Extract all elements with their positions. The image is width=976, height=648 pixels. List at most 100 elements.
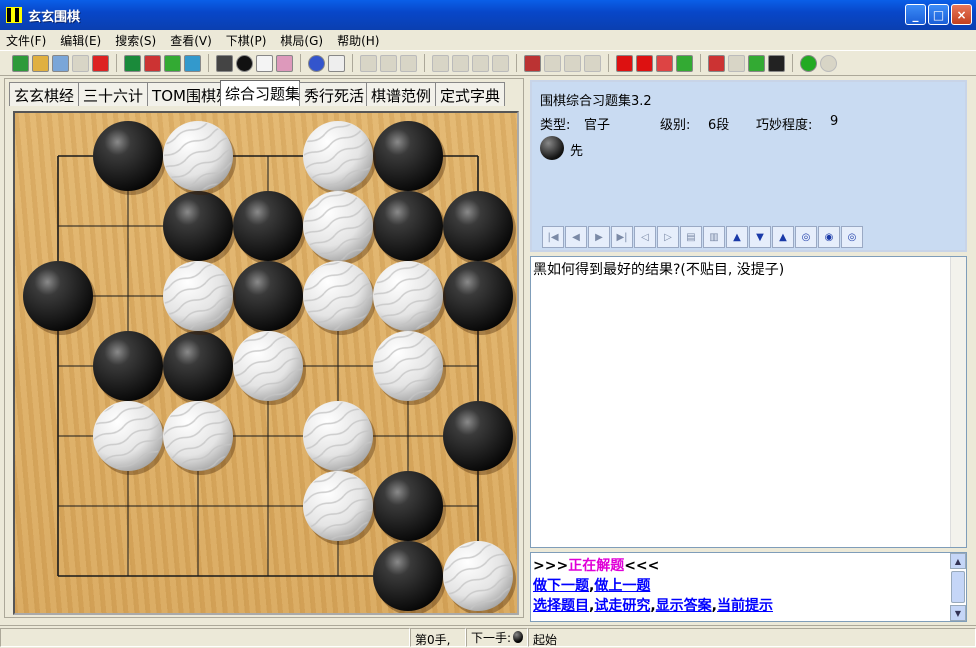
problem-icon[interactable] bbox=[524, 54, 541, 72]
white-stone[interactable] bbox=[303, 471, 376, 545]
black-stone[interactable] bbox=[93, 121, 166, 195]
down-arrow-icon[interactable] bbox=[636, 54, 653, 72]
plus-icon[interactable] bbox=[472, 54, 489, 72]
label-icon[interactable] bbox=[256, 54, 273, 72]
hand-icon[interactable] bbox=[492, 54, 509, 72]
next-variation-icon[interactable]: ▷ bbox=[657, 226, 679, 248]
scroll-thumb[interactable] bbox=[951, 571, 965, 603]
last-move-icon[interactable]: ▶| bbox=[611, 226, 633, 248]
eraser-icon[interactable] bbox=[400, 54, 417, 72]
white-stone[interactable] bbox=[163, 121, 236, 195]
tab-joseki[interactable]: 定式字典 bbox=[435, 82, 506, 106]
stop-icon[interactable] bbox=[820, 54, 837, 72]
axis-icon[interactable] bbox=[328, 54, 345, 72]
menu-edit[interactable]: 编辑(E) bbox=[60, 32, 101, 49]
yinyang-icon[interactable] bbox=[768, 54, 785, 72]
white-stone[interactable] bbox=[233, 331, 306, 405]
grid-icon[interactable] bbox=[216, 54, 233, 72]
green-board-icon[interactable] bbox=[748, 54, 765, 72]
list-icon[interactable] bbox=[656, 54, 673, 72]
save-icon[interactable] bbox=[72, 54, 89, 72]
branch-icon[interactable]: ▲ bbox=[726, 226, 748, 248]
move-number-icon[interactable] bbox=[236, 54, 253, 72]
maximize-button[interactable]: □ bbox=[928, 4, 949, 25]
black-stone[interactable] bbox=[23, 261, 96, 335]
black-stone[interactable] bbox=[163, 331, 236, 405]
flag-icon[interactable] bbox=[708, 54, 725, 72]
find-next-icon[interactable]: ◉ bbox=[818, 226, 840, 248]
black-stone[interactable] bbox=[93, 331, 166, 405]
delete-icon[interactable] bbox=[92, 54, 109, 72]
next-move-icon[interactable]: ▶ bbox=[588, 226, 610, 248]
white-stone[interactable] bbox=[163, 401, 236, 475]
black-stone[interactable] bbox=[443, 401, 516, 475]
black-stone[interactable] bbox=[443, 191, 516, 265]
white-stone[interactable] bbox=[373, 331, 446, 405]
find-prev-icon[interactable]: ◎ bbox=[841, 226, 863, 248]
open-folder-icon[interactable] bbox=[32, 54, 49, 72]
tab-problem-collection[interactable]: 综合习题集 bbox=[220, 80, 301, 106]
board-red-icon[interactable] bbox=[144, 54, 161, 72]
board-edit-icon[interactable] bbox=[164, 54, 181, 72]
hint-icon[interactable] bbox=[800, 54, 817, 72]
menu-game[interactable]: 棋局(G) bbox=[280, 32, 323, 49]
black-stone[interactable] bbox=[373, 191, 446, 265]
network-b-icon[interactable] bbox=[564, 54, 581, 72]
black-stone[interactable] bbox=[373, 541, 446, 615]
scroll-up-icon[interactable]: ▲ bbox=[950, 553, 966, 569]
comment-area[interactable]: 黑如何得到最好的结果?(不贴目, 没提子) bbox=[530, 256, 967, 548]
go-board-svg[interactable] bbox=[15, 113, 517, 615]
connect-icon[interactable] bbox=[452, 54, 469, 72]
go-board[interactable] bbox=[15, 113, 517, 615]
black-stone[interactable] bbox=[163, 191, 236, 265]
branch-up-icon[interactable]: ▲ bbox=[772, 226, 794, 248]
next-problem-link[interactable]: 做下一题 bbox=[533, 578, 589, 594]
black-stone[interactable] bbox=[233, 191, 306, 265]
white-stone[interactable] bbox=[303, 121, 376, 195]
next-comment-icon[interactable]: ▥ bbox=[703, 226, 725, 248]
black-stone[interactable] bbox=[443, 261, 516, 335]
new-game-icon[interactable] bbox=[12, 54, 29, 72]
network-c-icon[interactable] bbox=[584, 54, 601, 72]
close-button[interactable]: × bbox=[951, 4, 972, 25]
board-grid-icon[interactable] bbox=[124, 54, 141, 72]
tab-game-records[interactable]: 棋谱范例 bbox=[366, 82, 437, 106]
white-stone[interactable] bbox=[303, 191, 376, 265]
board-screen-icon[interactable] bbox=[184, 54, 201, 72]
branch-down-icon[interactable]: ▼ bbox=[749, 226, 771, 248]
black-stone[interactable] bbox=[233, 261, 306, 335]
white-stone[interactable] bbox=[163, 261, 236, 335]
first-move-icon[interactable]: |◀ bbox=[542, 226, 564, 248]
scroll-down-icon[interactable]: ▼ bbox=[950, 605, 966, 621]
white-stone[interactable] bbox=[303, 401, 376, 475]
tab-xuanxuan[interactable]: 玄玄棋经 bbox=[9, 82, 80, 106]
coordinates-icon[interactable] bbox=[276, 54, 293, 72]
menu-search[interactable]: 搜索(S) bbox=[115, 32, 156, 49]
black-stone[interactable] bbox=[373, 121, 446, 195]
info-icon[interactable] bbox=[380, 54, 397, 72]
white-stone[interactable] bbox=[373, 261, 446, 335]
search-icon[interactable] bbox=[52, 54, 69, 72]
white-stone[interactable] bbox=[303, 261, 376, 335]
tab-tom[interactable]: TOM围棋殂 bbox=[147, 82, 222, 106]
prev-comment-icon[interactable]: ▤ bbox=[680, 226, 702, 248]
tree-icon[interactable] bbox=[360, 54, 377, 72]
menu-play[interactable]: 下棋(P) bbox=[226, 32, 267, 49]
network-a-icon[interactable] bbox=[544, 54, 561, 72]
tab-36-strategies[interactable]: 三十六计 bbox=[78, 82, 149, 106]
stone-icon[interactable] bbox=[432, 54, 449, 72]
minimize-button[interactable]: _ bbox=[905, 4, 926, 25]
tab-life-death[interactable]: 秀行死活 bbox=[299, 82, 368, 106]
square-icon[interactable] bbox=[728, 54, 745, 72]
black-stone[interactable] bbox=[373, 471, 446, 545]
select-problem-link[interactable]: 选择题目 bbox=[533, 598, 589, 614]
prev-variation-icon[interactable]: ◁ bbox=[634, 226, 656, 248]
show-answer-link[interactable]: 显示答案 bbox=[656, 598, 712, 614]
menu-file[interactable]: 文件(F) bbox=[6, 32, 46, 49]
up-arrow-icon[interactable] bbox=[616, 54, 633, 72]
white-stone[interactable] bbox=[443, 541, 516, 615]
prev-move-icon[interactable]: ◀ bbox=[565, 226, 587, 248]
prev-problem-link[interactable]: 做上一题 bbox=[594, 578, 650, 594]
check-list-icon[interactable] bbox=[676, 54, 693, 72]
white-stone[interactable] bbox=[93, 401, 166, 475]
